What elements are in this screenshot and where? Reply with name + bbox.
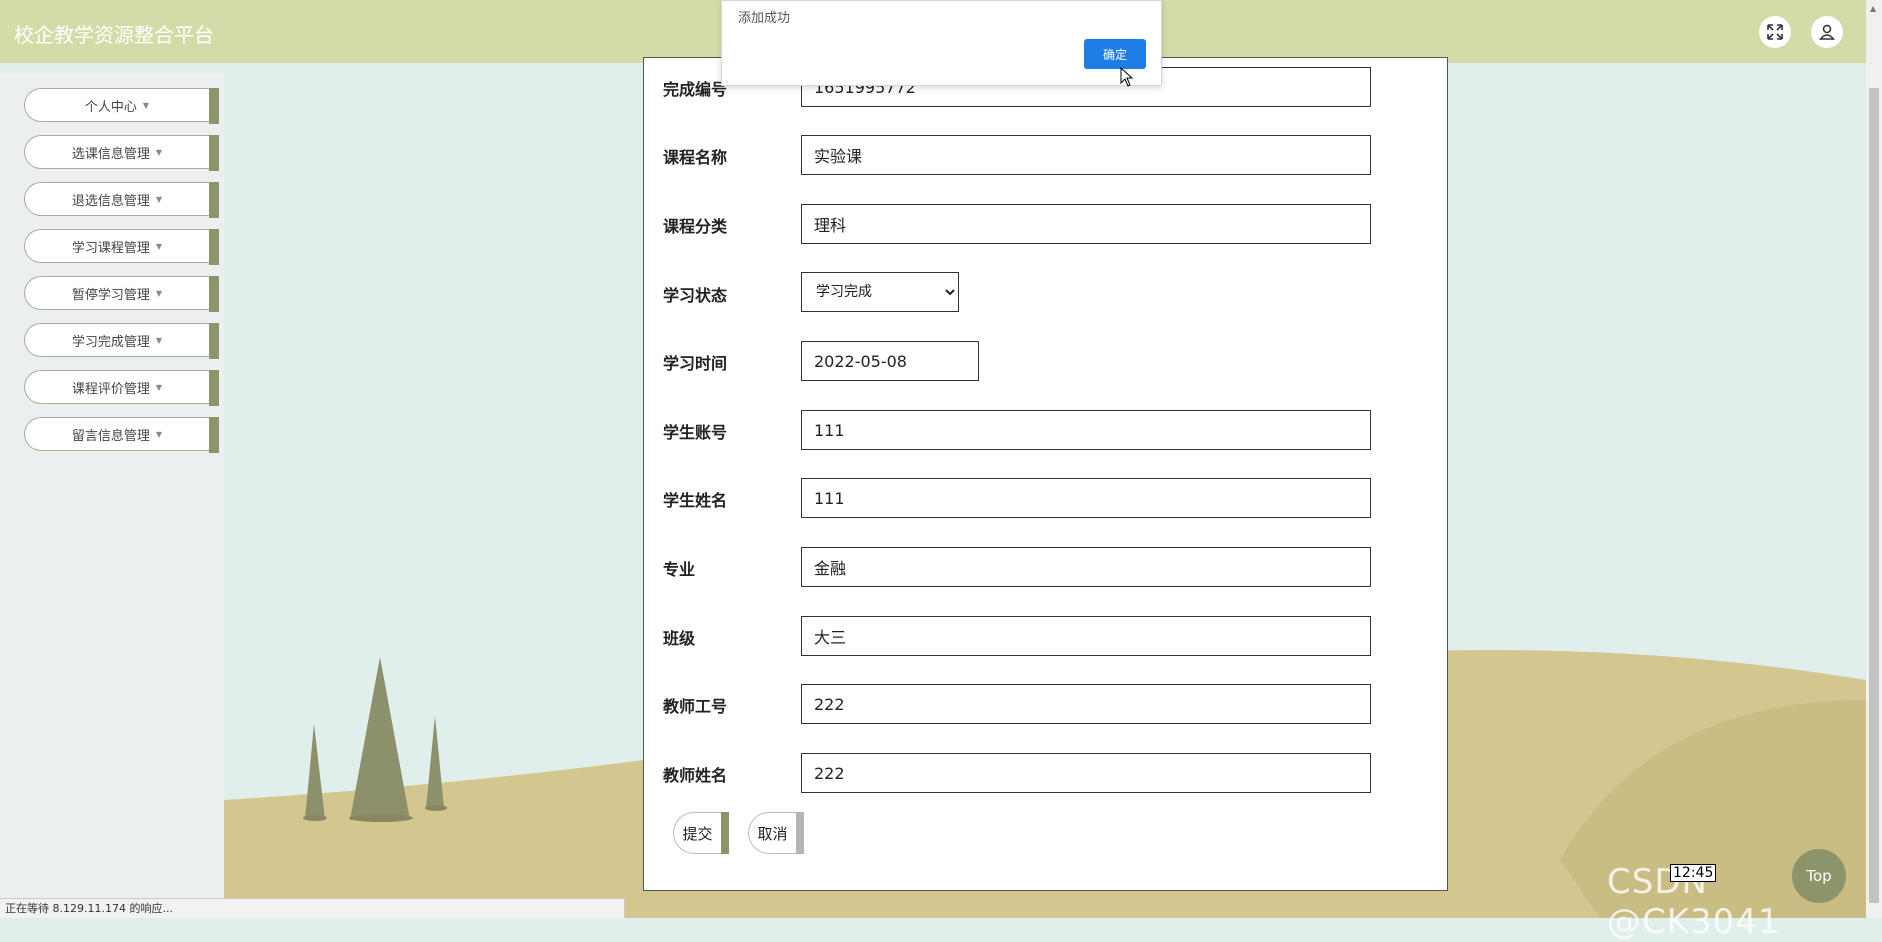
student-name-input[interactable] bbox=[801, 478, 1371, 518]
teacher-name-input[interactable] bbox=[801, 753, 1371, 793]
success-dialog: 添加成功 确定 bbox=[721, 0, 1162, 87]
sidebar-item-paused-study[interactable]: 暂停学习管理 ▼ bbox=[24, 276, 219, 312]
button-accent-bar bbox=[721, 812, 729, 854]
student-account-input[interactable] bbox=[801, 410, 1371, 450]
sidebar-item-course-selection[interactable]: 选课信息管理 ▼ bbox=[24, 135, 219, 171]
brand-title: 校企教学资源整合平台 bbox=[14, 23, 214, 47]
chevron-down-icon: ▼ bbox=[155, 335, 163, 345]
sidebar: 个人中心 ▼ 选课信息管理 ▼ 退选信息管理 ▼ 学习课程管理 ▼ 暂停学习管理 ▼ 学习… bbox=[0, 73, 224, 918]
watermark: CSDN @CK3041 bbox=[1607, 862, 1781, 942]
sidebar-item-label: 暂停学习管理 bbox=[71, 287, 150, 303]
video-timestamp: 12:45 bbox=[1670, 864, 1717, 882]
class-input[interactable] bbox=[801, 616, 1371, 656]
chevron-down-icon: ▼ bbox=[155, 382, 163, 392]
confirm-button[interactable]: 确定 bbox=[1084, 39, 1146, 69]
mouse-cursor-icon bbox=[1120, 67, 1134, 87]
menu-accent-bar bbox=[209, 182, 219, 218]
sidebar-item-label: 退选信息管理 bbox=[71, 193, 150, 209]
browser-status-bar: 正在等待 8.129.11.174 的响应... bbox=[0, 898, 625, 918]
user-menu-button[interactable] bbox=[1811, 16, 1843, 48]
chevron-down-icon: ▼ bbox=[155, 241, 163, 251]
course-name-input[interactable] bbox=[801, 135, 1371, 175]
completion-no-label: 完成编号 bbox=[663, 80, 728, 99]
sidebar-item-label: 个人中心 bbox=[84, 99, 137, 115]
class-label: 班级 bbox=[663, 629, 696, 648]
course-name-label: 课程名称 bbox=[663, 148, 728, 167]
teacher-name-label: 教师姓名 bbox=[663, 766, 728, 785]
chevron-down-icon: ▼ bbox=[155, 429, 163, 439]
scrollbar-thumb[interactable] bbox=[1869, 88, 1879, 903]
cancel-button-label: 取消 bbox=[757, 824, 788, 843]
teacher-no-input[interactable] bbox=[801, 684, 1371, 724]
submit-button-label: 提交 bbox=[682, 824, 713, 843]
chevron-down-icon: ▼ bbox=[155, 194, 163, 204]
fullscreen-button[interactable] bbox=[1759, 16, 1791, 48]
study-status-select[interactable]: 学习完成 bbox=[801, 272, 959, 312]
sidebar-item-personal-center[interactable]: 个人中心 ▼ bbox=[24, 88, 219, 124]
sidebar-item-label: 学习课程管理 bbox=[71, 240, 150, 256]
teacher-no-label: 教师工号 bbox=[663, 697, 728, 716]
student-name-label: 学生姓名 bbox=[663, 491, 728, 510]
button-accent-bar bbox=[796, 812, 804, 854]
menu-accent-bar bbox=[209, 88, 219, 124]
sidebar-item-label: 课程评价管理 bbox=[71, 381, 150, 397]
menu-accent-bar bbox=[209, 417, 219, 453]
sidebar-item-messages[interactable]: 留言信息管理 ▼ bbox=[24, 417, 219, 453]
chevron-down-icon: ▼ bbox=[155, 288, 163, 298]
sidebar-item-course-withdrawal[interactable]: 退选信息管理 ▼ bbox=[24, 182, 219, 218]
page-scrollbar[interactable]: ▲ bbox=[1866, 0, 1882, 918]
course-category-label: 课程分类 bbox=[663, 217, 728, 236]
study-status-label: 学习状态 bbox=[663, 286, 728, 305]
study-time-label: 学习时间 bbox=[663, 354, 728, 373]
sidebar-item-label: 学习完成管理 bbox=[71, 334, 150, 350]
sidebar-item-course-evaluation[interactable]: 课程评价管理 ▼ bbox=[24, 370, 219, 406]
success-message: 添加成功 bbox=[738, 11, 791, 26]
menu-accent-bar bbox=[209, 323, 219, 359]
major-label: 专业 bbox=[663, 560, 696, 579]
sidebar-item-label: 留言信息管理 bbox=[71, 428, 150, 444]
menu-accent-bar bbox=[209, 229, 219, 265]
expand-arrows-icon bbox=[1767, 24, 1783, 40]
user-icon bbox=[1818, 24, 1836, 40]
chevron-down-icon: ▼ bbox=[142, 100, 150, 110]
edit-form-panel: 完成编号 课程名称 课程分类 学习状态 学习完成 学习时间 学生账号 学生姓名 … bbox=[643, 57, 1448, 891]
sidebar-item-label: 选课信息管理 bbox=[71, 146, 150, 162]
study-time-input[interactable] bbox=[801, 341, 979, 381]
sidebar-item-study-courses[interactable]: 学习课程管理 ▼ bbox=[24, 229, 219, 265]
student-account-label: 学生账号 bbox=[663, 423, 728, 442]
cancel-button[interactable]: 取消 bbox=[748, 812, 804, 854]
menu-accent-bar bbox=[209, 276, 219, 312]
scroll-up-arrow-icon[interactable]: ▲ bbox=[1870, 4, 1876, 13]
chevron-down-icon: ▼ bbox=[155, 147, 163, 157]
menu-accent-bar bbox=[209, 370, 219, 406]
course-category-input[interactable] bbox=[801, 204, 1371, 244]
sidebar-item-study-completion[interactable]: 学习完成管理 ▼ bbox=[24, 323, 219, 359]
menu-accent-bar bbox=[209, 135, 219, 171]
submit-button[interactable]: 提交 bbox=[673, 812, 729, 854]
major-input[interactable] bbox=[801, 547, 1371, 587]
